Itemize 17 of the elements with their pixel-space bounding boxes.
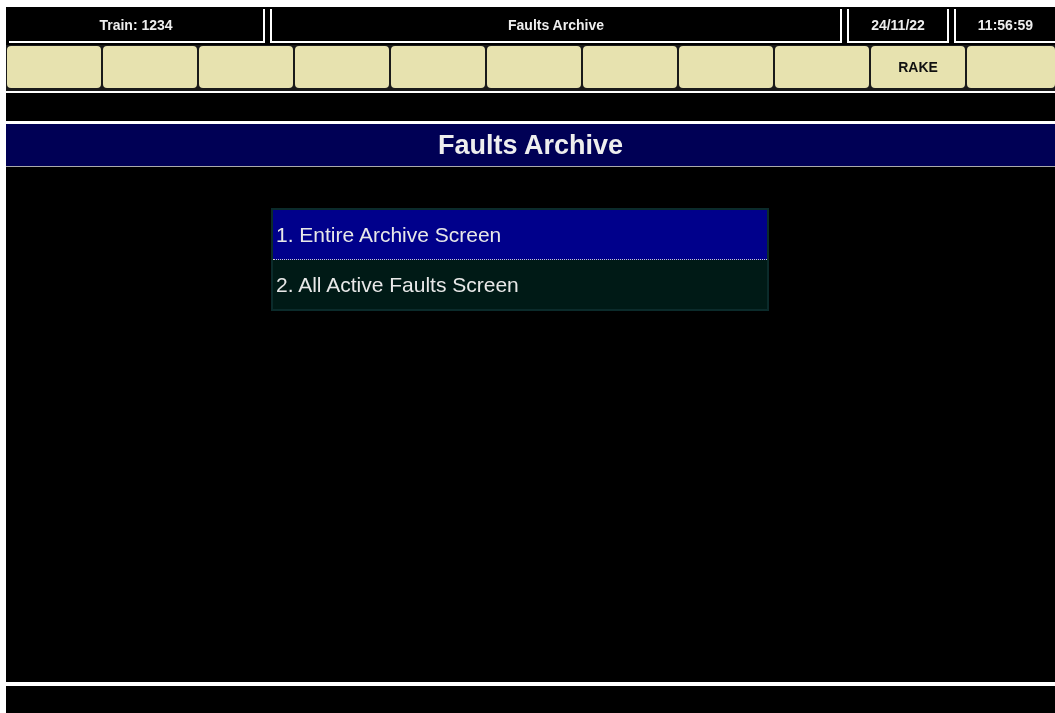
soft-key[interactable]: [391, 46, 485, 88]
soft-key[interactable]: [679, 46, 773, 88]
menu-item[interactable]: 1. Entire Archive Screen: [273, 210, 767, 260]
train-number: Train: 1234: [9, 9, 265, 43]
date-display: 24/11/22: [847, 9, 949, 43]
soft-key[interactable]: [967, 46, 1055, 88]
soft-key[interactable]: RAKE: [871, 46, 965, 88]
soft-key[interactable]: [103, 46, 197, 88]
soft-key[interactable]: [199, 46, 293, 88]
screen-title: Faults Archive: [270, 9, 842, 43]
soft-key[interactable]: [775, 46, 869, 88]
time-display: 11:56:59: [954, 9, 1055, 43]
soft-key[interactable]: [487, 46, 581, 88]
soft-key[interactable]: [7, 46, 101, 88]
soft-key[interactable]: [295, 46, 389, 88]
soft-key[interactable]: [583, 46, 677, 88]
page-title: Faults Archive: [6, 124, 1055, 167]
